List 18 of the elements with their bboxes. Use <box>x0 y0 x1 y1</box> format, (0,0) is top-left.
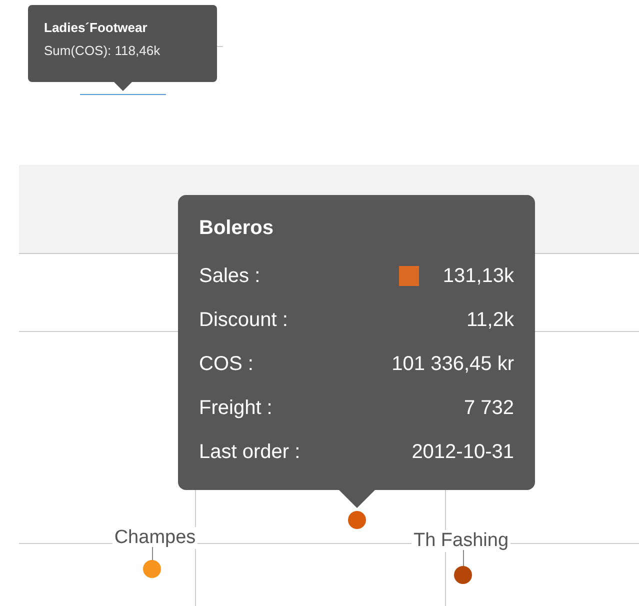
tooltip-title: Boleros <box>199 217 274 240</box>
tooltip-label: Discount : <box>199 308 289 332</box>
tooltip-label: Freight : <box>199 396 274 420</box>
tooltip-value: 7 732 <box>464 396 514 420</box>
tooltip-label: Last order : <box>199 440 302 464</box>
tooltip-value: 11,2k <box>466 308 514 332</box>
data-point[interactable] <box>143 560 161 578</box>
tooltip-text: Sum(COS): 118,46k <box>44 43 162 58</box>
tooltip-value: 131,13k <box>442 264 514 288</box>
tooltip-label: COS : <box>199 352 254 376</box>
data-point[interactable] <box>348 511 366 529</box>
point-label: Champes <box>112 527 198 549</box>
tooltip-value: 2012-10-31 <box>412 440 514 464</box>
tooltip-label: Sales : <box>199 264 262 288</box>
tooltip-value: 101 336,45 kr <box>392 352 514 376</box>
point-label: Th Fashing <box>411 530 511 552</box>
tooltip-title: Ladies´Footwear <box>44 20 148 35</box>
data-point[interactable] <box>454 566 472 584</box>
